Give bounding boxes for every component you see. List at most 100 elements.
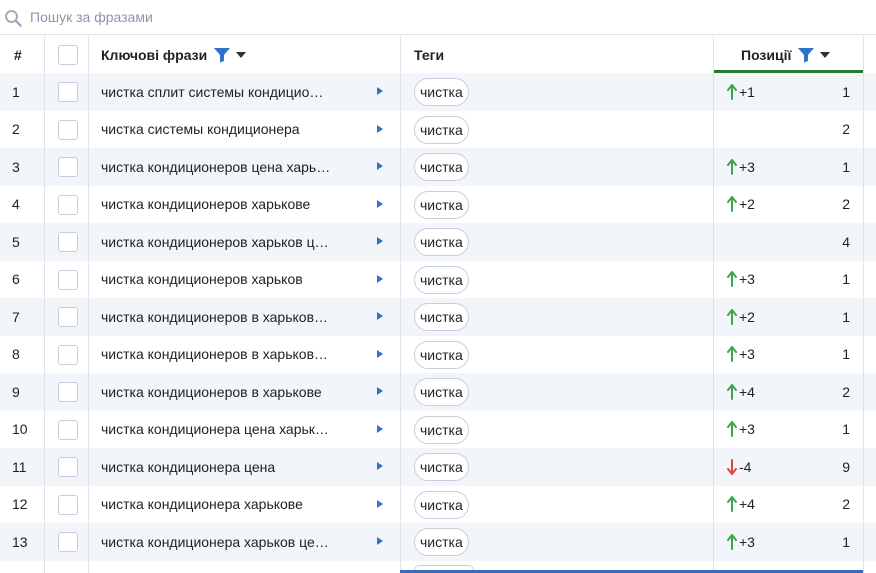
- row-index: 12: [12, 496, 28, 513]
- table-row[interactable]: 3 чистка кондиционеров цена харь… чистка +3…: [0, 148, 876, 186]
- expand-arrow-icon[interactable]: [377, 462, 383, 470]
- search-input[interactable]: Пошук за фразами: [30, 9, 153, 25]
- row-index: 4: [12, 196, 20, 213]
- row-checkbox[interactable]: [58, 157, 78, 177]
- expand-arrow-icon[interactable]: [377, 312, 383, 320]
- row-checkbox[interactable]: [58, 532, 78, 552]
- row-checkbox[interactable]: [58, 194, 78, 215]
- expand-arrow-icon[interactable]: [377, 87, 383, 95]
- keyword-phrase[interactable]: чистка кондиционеров в харьков…: [101, 336, 369, 374]
- tag-chip[interactable]: чистка: [414, 228, 469, 256]
- position-change: +3: [727, 261, 755, 299]
- column-tags-header[interactable]: Теги: [414, 36, 444, 73]
- tag-chip[interactable]: чистка: [414, 340, 469, 369]
- tag-chip[interactable]: чистка: [414, 528, 469, 556]
- table-row[interactable]: 4 чистка кондиционеров харькове чистка +2 2: [0, 185, 876, 224]
- keyword-phrase[interactable]: чистка кондиционеров харьков: [101, 261, 369, 299]
- expand-arrow-icon[interactable]: [377, 199, 383, 208]
- sort-caret-icon[interactable]: [236, 51, 247, 58]
- expand-arrow-icon[interactable]: [377, 237, 383, 245]
- column-phrases-label: Ключові фрази: [101, 46, 208, 63]
- keyword-phrase[interactable]: чистка кондиционеров в харьков…: [101, 298, 369, 336]
- row-checkbox[interactable]: [58, 82, 78, 102]
- table-row[interactable]: 6 чистка кондиционеров харьков чистка +3 1: [0, 260, 876, 299]
- tag-chip[interactable]: чистка: [414, 78, 469, 106]
- expand-arrow-icon[interactable]: [377, 162, 383, 170]
- row-checkbox[interactable]: [58, 307, 78, 327]
- row-checkbox[interactable]: [58, 494, 78, 515]
- keyword-phrase[interactable]: чистка кондиционеров харьков ц…: [101, 223, 369, 261]
- position-change: +3: [727, 411, 755, 449]
- expand-arrow-icon[interactable]: [377, 387, 383, 395]
- table-row[interactable]: 10 чистка кондиционера цена харьк… чистка +…: [0, 410, 876, 449]
- keyword-phrase[interactable]: чистка системы кондиционера: [101, 111, 369, 149]
- keyword-phrase[interactable]: чистка кондиционера цена: [101, 448, 369, 486]
- table-row[interactable]: 1 чистка сплит системы кондицио… чистка +1 1: [0, 73, 876, 111]
- keyword-phrase[interactable]: чистка кондиционеров в харькове: [101, 373, 369, 411]
- table-row[interactable]: 7 чистка кондиционеров в харьков… чистка +2…: [0, 298, 876, 336]
- tag-chip[interactable]: чистка: [414, 190, 469, 219]
- arrow-up-icon: [727, 271, 737, 288]
- position-change-value: +4: [739, 496, 755, 513]
- position-value: 1: [842, 83, 850, 100]
- tag-chip[interactable]: чистка: [414, 153, 469, 181]
- position-value: 4: [842, 233, 850, 250]
- row-checkbox[interactable]: [58, 382, 78, 402]
- row-checkbox[interactable]: [58, 344, 78, 365]
- keyword-phrase[interactable]: чистка кондиционера харькове: [101, 486, 369, 524]
- expand-arrow-icon[interactable]: [377, 274, 383, 283]
- row-index: 8: [12, 346, 20, 363]
- column-phrases-header[interactable]: Ключові фрази: [101, 36, 247, 73]
- table-row[interactable]: 9 чистка кондиционеров в харькове чистка +4…: [0, 373, 876, 411]
- expand-arrow-icon[interactable]: [377, 537, 383, 545]
- column-divider: [44, 36, 45, 573]
- row-index: 3: [12, 158, 20, 175]
- keyword-phrase[interactable]: чистка сплит системы кондицио…: [101, 73, 369, 111]
- tag-chip[interactable]: чистка: [414, 490, 469, 519]
- position-change: -4: [727, 448, 751, 486]
- expand-arrow-icon[interactable]: [377, 424, 383, 433]
- search-bar[interactable]: Пошук за фразами: [0, 0, 876, 35]
- row-checkbox[interactable]: [58, 269, 78, 290]
- tag-chip[interactable]: чистка: [414, 265, 469, 294]
- position-value: 2: [842, 496, 850, 513]
- table-row[interactable]: 11 чистка кондиционера цена чистка -4 9: [0, 448, 876, 486]
- row-checkbox[interactable]: [58, 232, 78, 252]
- filter-icon[interactable]: [213, 47, 231, 63]
- search-icon: [5, 10, 22, 27]
- sort-caret-icon[interactable]: [820, 51, 831, 58]
- position-change-value: +3: [739, 158, 755, 175]
- position-change: +1: [727, 73, 755, 111]
- table-row[interactable]: 13 чистка кондиционера харьков це… чистка +…: [0, 523, 876, 561]
- column-positions-header[interactable]: Позиції: [741, 36, 831, 73]
- table-row[interactable]: 2 чистка системы кондиционера чистка 2: [0, 110, 876, 149]
- row-checkbox[interactable]: [58, 119, 78, 140]
- expand-arrow-icon[interactable]: [377, 124, 383, 133]
- keyword-phrase[interactable]: чистка кондиционеров цена харь…: [101, 148, 369, 186]
- filter-icon[interactable]: [797, 47, 815, 63]
- table-row[interactable]: 5 чистка кондиционеров харьков ц… чистка 4: [0, 223, 876, 261]
- row-checkbox[interactable]: [58, 457, 78, 477]
- tag-chip[interactable]: чистка: [414, 303, 469, 331]
- position-change: +3: [727, 148, 755, 186]
- row-checkbox[interactable]: [58, 419, 78, 440]
- keyword-phrase[interactable]: чистка кондиционера цена харьк…: [101, 411, 369, 449]
- expand-arrow-icon[interactable]: [377, 349, 383, 358]
- select-all-checkbox[interactable]: [58, 45, 78, 65]
- table-row[interactable]: 8 чистка кондиционеров в харьков… чистка +3…: [0, 335, 876, 374]
- table-row[interactable]: 12 чистка кондиционера харькове чистка +4 2: [0, 485, 876, 524]
- position-value: 2: [842, 121, 850, 138]
- tag-chip[interactable]: чистка: [414, 115, 469, 144]
- tag-chip[interactable]: чистка: [414, 378, 469, 406]
- row-index: 5: [12, 233, 20, 250]
- expand-arrow-icon[interactable]: [377, 499, 383, 508]
- position-value: 2: [842, 383, 850, 400]
- position-value: 1: [842, 421, 850, 438]
- position-value: 1: [842, 308, 850, 325]
- arrow-up-icon: [727, 346, 737, 363]
- tag-chip[interactable]: чистка: [414, 453, 469, 481]
- row-index: 11: [12, 458, 27, 475]
- keyword-phrase[interactable]: чистка кондиционера харьков це…: [101, 523, 369, 561]
- tag-chip[interactable]: чистка: [414, 415, 469, 444]
- keyword-phrase[interactable]: чистка кондиционеров харькове: [101, 186, 369, 224]
